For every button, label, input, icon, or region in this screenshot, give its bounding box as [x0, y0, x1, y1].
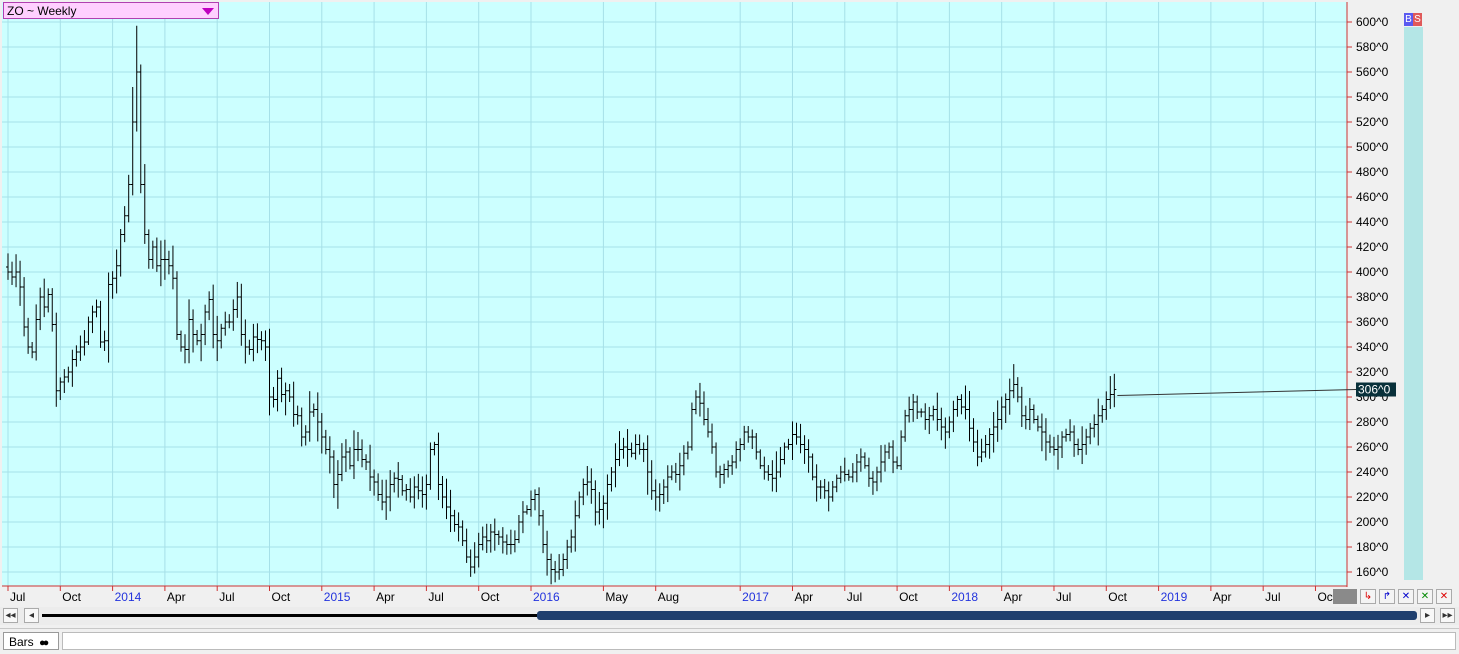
y-tick-label: 500^0 — [1356, 140, 1389, 154]
x-tick-label: Oct — [899, 590, 918, 604]
x-tick-label: Jul — [10, 590, 25, 604]
y-tick-label: 600^0 — [1356, 15, 1389, 29]
study-input-area[interactable] — [62, 632, 1456, 650]
scroll-first-icon[interactable]: ◂◂ — [3, 608, 18, 623]
symbol-selector[interactable]: ZO ~ Weekly — [3, 2, 219, 19]
x-tick-label: Oct — [481, 590, 500, 604]
plot-area — [2, 2, 1347, 586]
scroll-left-icon[interactable]: ◂ — [24, 608, 39, 623]
y-tick-label: 400^0 — [1356, 265, 1389, 279]
x-tick-label: Apr — [1213, 590, 1232, 604]
expand-icon[interactable]: ✕ — [1417, 589, 1433, 604]
y-tick-label: 560^0 — [1356, 65, 1389, 79]
x-tick-label: Jul — [1265, 590, 1280, 604]
scroll-right-icon[interactable]: ▸ — [1420, 608, 1435, 623]
x-tick-label: 2018 — [951, 590, 978, 604]
y-tick-label: 320^0 — [1356, 365, 1389, 379]
x-tick-label: Jul — [1056, 590, 1071, 604]
y-tick-label: 580^0 — [1356, 40, 1389, 54]
sell-button[interactable]: S — [1413, 13, 1422, 26]
y-tick-label: 540^0 — [1356, 90, 1389, 104]
y-tick-label: 440^0 — [1356, 215, 1389, 229]
zoom-reset-icon[interactable]: ✕ — [1436, 589, 1452, 604]
y-tick-label: 460^0 — [1356, 190, 1389, 204]
scroll-track[interactable] — [42, 614, 538, 617]
x-tick-label: Jul — [847, 590, 862, 604]
study-tab-bars[interactable]: Bars ●● — [3, 632, 59, 650]
y-tick-label: 240^0 — [1356, 465, 1389, 479]
y-tick-label: 340^0 — [1356, 340, 1389, 354]
study-bar: Bars ●● — [0, 628, 1459, 654]
y-axis-labels: 160^0180^0200^0220^0240^0260^0280^0300^0… — [1356, 15, 1389, 579]
x-tick-label: 2015 — [324, 590, 351, 604]
x-tick-label: 2014 — [115, 590, 142, 604]
scroll-thumb[interactable] — [537, 611, 1417, 620]
y-tick-label: 480^0 — [1356, 165, 1389, 179]
binoculars-icon[interactable]: ●● — [39, 637, 49, 649]
x-tick-label: Jul — [428, 590, 443, 604]
axis-corner-block — [1333, 589, 1357, 604]
y-tick-label: 200^0 — [1356, 515, 1389, 529]
y-tick-label: 180^0 — [1356, 540, 1389, 554]
y-tick-label: 280^0 — [1356, 415, 1389, 429]
x-tick-label: Apr — [376, 590, 395, 604]
time-scrollbar[interactable]: ◂◂ ◂ ▸ ▸▸ — [0, 607, 1459, 625]
y-tick-label: 260^0 — [1356, 440, 1389, 454]
y-tick-label: 160^0 — [1356, 565, 1389, 579]
right-scroll-strip — [1404, 27, 1423, 580]
x-tick-label: Aug — [658, 590, 679, 604]
jump-start-icon[interactable]: ↳ — [1360, 589, 1376, 604]
x-tick-label: Apr — [167, 590, 186, 604]
x-tick-label: Oct — [271, 590, 290, 604]
x-tick-label: 2017 — [742, 590, 769, 604]
study-tab-label: Bars — [9, 635, 34, 649]
x-tick-label: Jul — [219, 590, 234, 604]
price-chart[interactable]: 160^0180^0200^0220^0240^0260^0280^0300^0… — [0, 0, 1459, 607]
x-tick-label: 2019 — [1161, 590, 1188, 604]
compress-icon[interactable]: ✕ — [1398, 589, 1414, 604]
x-axis-labels: Jul Oct 2014 Apr Jul Oct 2015 Apr Jul Oct 2016 May A… — [10, 590, 1337, 604]
buy-button[interactable]: B — [1404, 13, 1413, 26]
scroll-last-icon[interactable]: ▸▸ — [1440, 608, 1455, 623]
x-tick-label: Apr — [1004, 590, 1023, 604]
y-tick-label: 380^0 — [1356, 290, 1389, 304]
symbol-label: ZO ~ Weekly — [7, 4, 77, 18]
dropdown-arrow-icon[interactable] — [202, 8, 214, 15]
y-tick-label: 420^0 — [1356, 240, 1389, 254]
x-tick-label: Apr — [794, 590, 813, 604]
jump-end-icon[interactable]: ↱ — [1379, 589, 1395, 604]
x-tick-label: Oct — [1108, 590, 1127, 604]
x-tick-label: 2016 — [533, 590, 560, 604]
x-tick-label: Oct — [62, 590, 81, 604]
y-tick-label: 520^0 — [1356, 115, 1389, 129]
y-tick-label: 360^0 — [1356, 315, 1389, 329]
y-tick-label: 220^0 — [1356, 490, 1389, 504]
x-tick-label: May — [605, 590, 628, 604]
last-price-label: 306^0 — [1358, 383, 1391, 397]
